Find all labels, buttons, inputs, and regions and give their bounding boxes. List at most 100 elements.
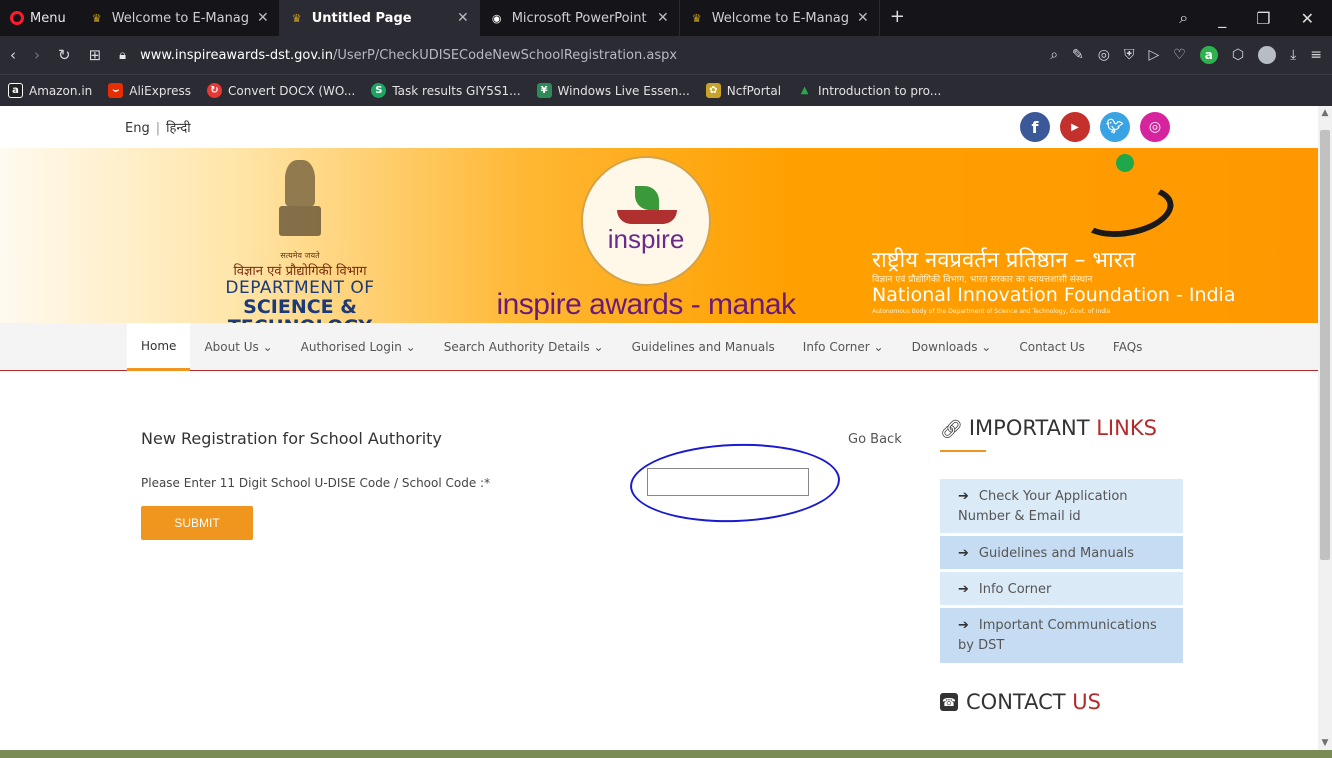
chevron-down-icon: ⌄ (977, 340, 992, 354)
go-back-link[interactable]: Go Back (848, 432, 902, 447)
nav-contact-us[interactable]: Contact Us (1005, 323, 1099, 371)
phone-icon: ☎ (940, 693, 958, 711)
contact-us-heading: ☎ CONTACT US (940, 690, 1101, 714)
edit-icon[interactable]: ✎ (1072, 47, 1084, 63)
download-icon[interactable]: ⤓ (1290, 47, 1296, 63)
udise-code-input[interactable] (647, 468, 809, 496)
emblem-favicon-icon: ♛ (691, 11, 702, 25)
link-important-communications[interactable]: ➔ Important Communications by DST (940, 608, 1183, 664)
main-nav: Home About Us ⌄ Authorised Login ⌄ Searc… (0, 323, 1318, 371)
facebook-icon[interactable]: f (1020, 112, 1050, 142)
bookmarks-bar: a Amazon.in ⌣ AliExpress ↻ Convert DOCX … (0, 74, 1332, 106)
tab-title: Welcome to E-Managemen (111, 10, 249, 26)
lang-english-link[interactable]: Eng (125, 121, 150, 136)
address-bar: ‹ › ↻ ⊞ 🔒︎ www.inspireawards-dst.gov.in/… (0, 36, 1332, 74)
tab-welcome-2[interactable]: ♛ Welcome to E-Managemen ✕ (680, 0, 880, 36)
url-field[interactable]: 🔒︎ www.inspireawards-dst.gov.in/UserP/Ch… (119, 48, 677, 63)
bookmark-amazon[interactable]: a Amazon.in (8, 83, 92, 98)
chevron-down-icon: ⌄ (401, 340, 416, 354)
submit-button[interactable]: SUBMIT (141, 506, 253, 540)
bookmark-aliexpress[interactable]: ⌣ AliExpress (108, 83, 191, 98)
close-window-icon[interactable]: ✕ (1301, 9, 1314, 28)
close-tab-icon[interactable]: ✕ (457, 10, 469, 26)
inspire-logo[interactable]: inspire inspire awards - manak (496, 156, 796, 322)
window-controls: ⌕ _ ❐ ✕ (1179, 0, 1332, 36)
bookmark-windows-live[interactable]: ¥ Windows Live Essen... (536, 83, 690, 98)
new-tab-plus-icon[interactable]: + (880, 0, 915, 36)
bookmark-task-results[interactable]: S Task results GIY5S1... (371, 83, 521, 98)
shield-icon[interactable]: ⛨ (1124, 47, 1135, 63)
tab-welcome-1[interactable]: ♛ Welcome to E-Managemen ✕ (80, 0, 280, 36)
inspire-seal-icon: inspire (581, 156, 711, 286)
emblem-favicon-icon: ♛ (291, 11, 302, 25)
lang-hindi-link[interactable]: हिन्दी (166, 121, 191, 136)
url-host: www.inspireawards-dst.gov.in (140, 47, 333, 63)
browser-menu-button[interactable]: Menu (0, 0, 80, 36)
dst-logo[interactable]: सत्यमेव जयते विज्ञान एवं प्रौद्योगिकी वि… (180, 160, 420, 337)
lock-icon: 🔒︎ (119, 47, 127, 63)
task-icon: S (371, 83, 387, 98)
minimize-icon[interactable]: _ (1218, 9, 1226, 28)
scroll-up-icon[interactable]: ▲ (1318, 108, 1332, 118)
toolbar-icons: ⌕ ✎ ◎ ⛨ ▷ ♡ a ⬡ ⤓ ≡ (1050, 46, 1322, 64)
easy-setup-icon[interactable]: ≡ (1310, 47, 1322, 63)
nif-emblem-icon (1058, 154, 1178, 244)
link-guidelines-manuals[interactable]: ➔ Guidelines and Manuals (940, 536, 1183, 570)
close-tab-icon[interactable]: ✕ (657, 10, 669, 26)
link-check-application[interactable]: ➔ Check Your Application Number & Email i… (940, 479, 1183, 534)
nav-info-corner[interactable]: Info Corner ⌄ (789, 323, 898, 371)
bookmark-convert[interactable]: ↻ Convert DOCX (WO... (207, 83, 355, 98)
inspire-title: inspire awards - manak (496, 288, 796, 321)
nav-about-us[interactable]: About Us ⌄ (190, 323, 286, 371)
nav-search-authority[interactable]: Search Authority Details ⌄ (430, 323, 618, 371)
chevron-down-icon: ⌄ (869, 340, 884, 354)
important-links-heading: 🔗︎ IMPORTANT LINKS (940, 416, 1157, 440)
instagram-icon[interactable]: ◎ (1140, 112, 1170, 142)
emblem-favicon-icon: ♛ (91, 11, 102, 25)
tab-title: Untitled Page (311, 10, 412, 26)
bookmark-ncfportal[interactable]: ✿ NcfPortal (705, 83, 781, 98)
page-title: New Registration for School Authority (141, 429, 442, 448)
tab-powerpoint[interactable]: ◉ Microsoft PowerPoint - E-M ✕ (480, 0, 680, 36)
twitter-icon[interactable]: 🐦︎ (1100, 112, 1130, 142)
nav-authorised-login[interactable]: Authorised Login ⌄ (287, 323, 430, 371)
search-page-icon[interactable]: ⌕ (1050, 47, 1058, 63)
scrollbar-thumb[interactable] (1320, 130, 1330, 560)
send-icon[interactable]: ▷ (1148, 47, 1159, 63)
chevron-down-icon: ⌄ (589, 340, 604, 354)
close-tab-icon[interactable]: ✕ (857, 10, 869, 26)
bookmark-introduction[interactable]: ▲ Introduction to pro... (797, 83, 942, 98)
profile-avatar-icon[interactable] (1258, 46, 1277, 64)
arrow-right-icon: ➔ (958, 489, 969, 504)
arrow-right-icon: ➔ (958, 618, 969, 633)
social-links: f ▶ 🐦︎ ◎ (1020, 112, 1170, 142)
youtube-icon[interactable]: ▶ (1060, 112, 1090, 142)
nav-guidelines[interactable]: Guidelines and Manuals (618, 323, 789, 371)
restore-icon[interactable]: ❐ (1256, 9, 1270, 28)
amazon-icon: a (8, 83, 23, 98)
nav-downloads[interactable]: Downloads ⌄ (898, 323, 1006, 371)
close-tab-icon[interactable]: ✕ (257, 10, 269, 26)
speed-dial-icon[interactable]: ⊞ (89, 46, 102, 64)
snapshot-icon[interactable]: ◎ (1098, 47, 1110, 63)
ncf-icon: ✿ (705, 83, 721, 98)
arrow-right-icon: ➔ (958, 546, 969, 561)
link-info-corner[interactable]: ➔ Info Corner (940, 572, 1183, 606)
chevron-down-icon: ⌄ (258, 340, 273, 354)
back-icon[interactable]: ‹ (10, 46, 16, 64)
reload-icon[interactable]: ↻ (58, 46, 71, 64)
page-viewport: Eng | हिन्दी f ▶ 🐦︎ ◎ सत्यमेव जयते विज्ञान… (0, 106, 1318, 750)
language-bar: Eng | हिन्दी f ▶ 🐦︎ ◎ (0, 106, 1318, 148)
page-scrollbar[interactable]: ▲ ▼ (1318, 106, 1332, 750)
search-tabs-icon[interactable]: ⌕ (1179, 8, 1188, 28)
amazon-extension-icon[interactable]: a (1199, 46, 1218, 64)
nav-faqs[interactable]: FAQs (1099, 323, 1157, 371)
tab-untitled-page[interactable]: ♛ Untitled Page ✕ (279, 0, 480, 36)
nav-home[interactable]: Home (127, 323, 191, 371)
cube-icon[interactable]: ⬡ (1232, 47, 1244, 63)
heart-icon[interactable]: ♡ (1173, 47, 1186, 63)
windows-live-icon: ¥ (536, 83, 552, 98)
scroll-down-icon[interactable]: ▼ (1318, 738, 1332, 748)
forward-icon[interactable]: › (34, 46, 40, 64)
tab-title: Welcome to E-Managemen (711, 10, 849, 26)
